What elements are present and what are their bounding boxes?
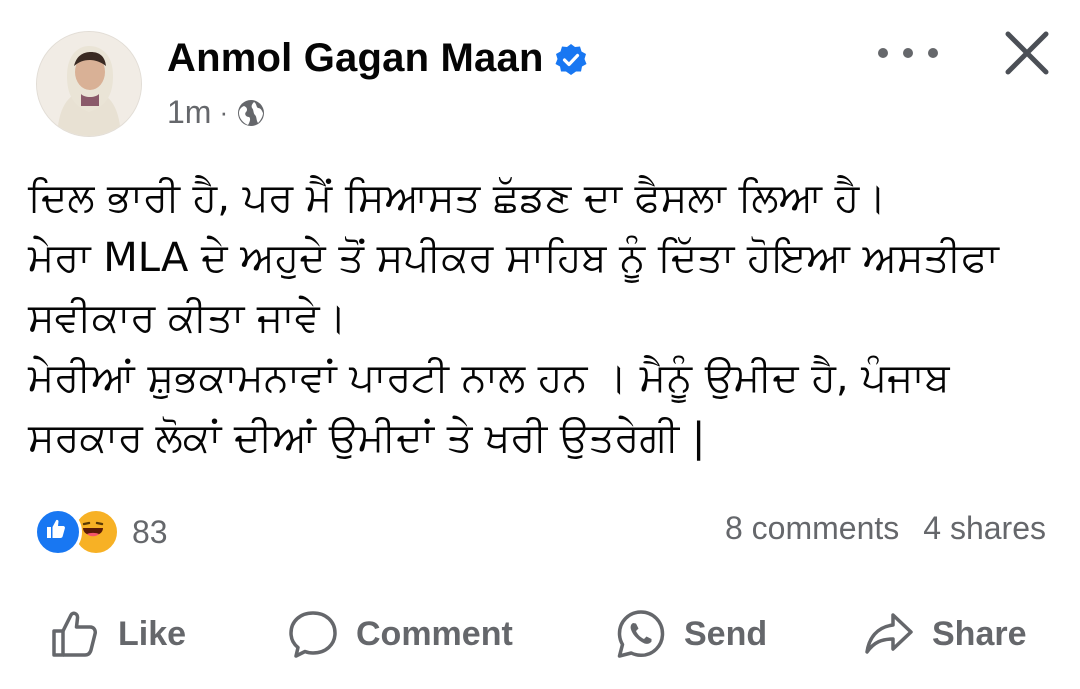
- engagement-counts: 8 comments 4 shares: [725, 510, 1046, 547]
- globe-icon: [236, 98, 266, 128]
- comments-count[interactable]: 8 comments: [725, 510, 899, 547]
- comment-label: Comment: [356, 614, 513, 653]
- comment-button[interactable]: Comment: [286, 596, 513, 672]
- like-label: Like: [118, 614, 187, 653]
- shares-count[interactable]: 4 shares: [923, 510, 1046, 547]
- like-reaction-icon: [34, 508, 82, 556]
- author-name-row: Anmol Gagan Maan: [167, 36, 588, 81]
- post-actions-bar: Like Comment Send Share: [0, 596, 1080, 672]
- more-dot: [903, 48, 913, 58]
- post-text-line: ਦਿਲ ਭਾਰੀ ਹੈ, ਪਰ ਮੈਂ ਸਿਆਸਤ ਛੱਡਣ ਦਾ ਫੈਸਲਾ …: [28, 175, 887, 221]
- share-arrow-icon: [865, 613, 913, 654]
- post-text-line: ਸਰਕਾਰ ਲੋਕਾਂ ਦੀਆਂ ਉਮੀਦਾਂ ਤੇ ਖਰੀ ਉਤਰੇਗੀ |: [28, 415, 706, 461]
- post-stats: 83 8 comments 4 shares: [0, 500, 1080, 560]
- post-text: ਦਿਲ ਭਾਰੀ ਹੈ, ਪਰ ਮੈਂ ਸਿਆਸਤ ਛੱਡਣ ਦਾ ਫੈਸਲਾ …: [28, 168, 1048, 468]
- author-avatar[interactable]: [36, 31, 142, 137]
- author-name[interactable]: Anmol Gagan Maan: [167, 36, 544, 81]
- whatsapp-icon: [617, 610, 665, 658]
- more-options-icon[interactable]: [878, 38, 938, 68]
- post-text-line: ਸਵੀਕਾਰ ਕੀਤਾ ਜਾਵੇ।: [28, 295, 347, 341]
- share-button[interactable]: Share: [862, 596, 1027, 672]
- more-dot: [878, 48, 888, 58]
- thumbs-up-icon: [52, 611, 97, 657]
- post-time[interactable]: 1m: [167, 94, 211, 131]
- post-meta: 1m ·: [167, 94, 266, 131]
- reactions-summary[interactable]: 83: [34, 508, 168, 556]
- send-label: Send: [684, 614, 768, 653]
- more-dot: [928, 48, 938, 58]
- comment-bubble-icon: [289, 611, 337, 658]
- send-button[interactable]: Send: [614, 596, 767, 672]
- like-button[interactable]: Like: [48, 596, 186, 672]
- avatar-image: [37, 32, 141, 136]
- verified-badge-icon: [554, 42, 588, 76]
- reaction-count: 83: [132, 513, 168, 550]
- post-text-line: ਮੇਰੀਆਂ ਸ਼ੁਭਕਾਮਨਾਵਾਂ ਪਾਰਟੀ ਨਾਲ ਹਨ । ਮੈਨੂੰ…: [28, 355, 950, 401]
- meta-separator: ·: [219, 97, 229, 127]
- close-icon[interactable]: [1000, 26, 1054, 80]
- share-label: Share: [932, 614, 1027, 653]
- post-header: Anmol Gagan Maan 1m ·: [0, 0, 1080, 150]
- post-text-line: ਮੇਰਾ MLA ਦੇ ਅਹੁਦੇ ਤੋਂ ਸਪੀਕਰ ਸਾਹਿਬ ਨੂੰ ਦਿ…: [28, 235, 999, 281]
